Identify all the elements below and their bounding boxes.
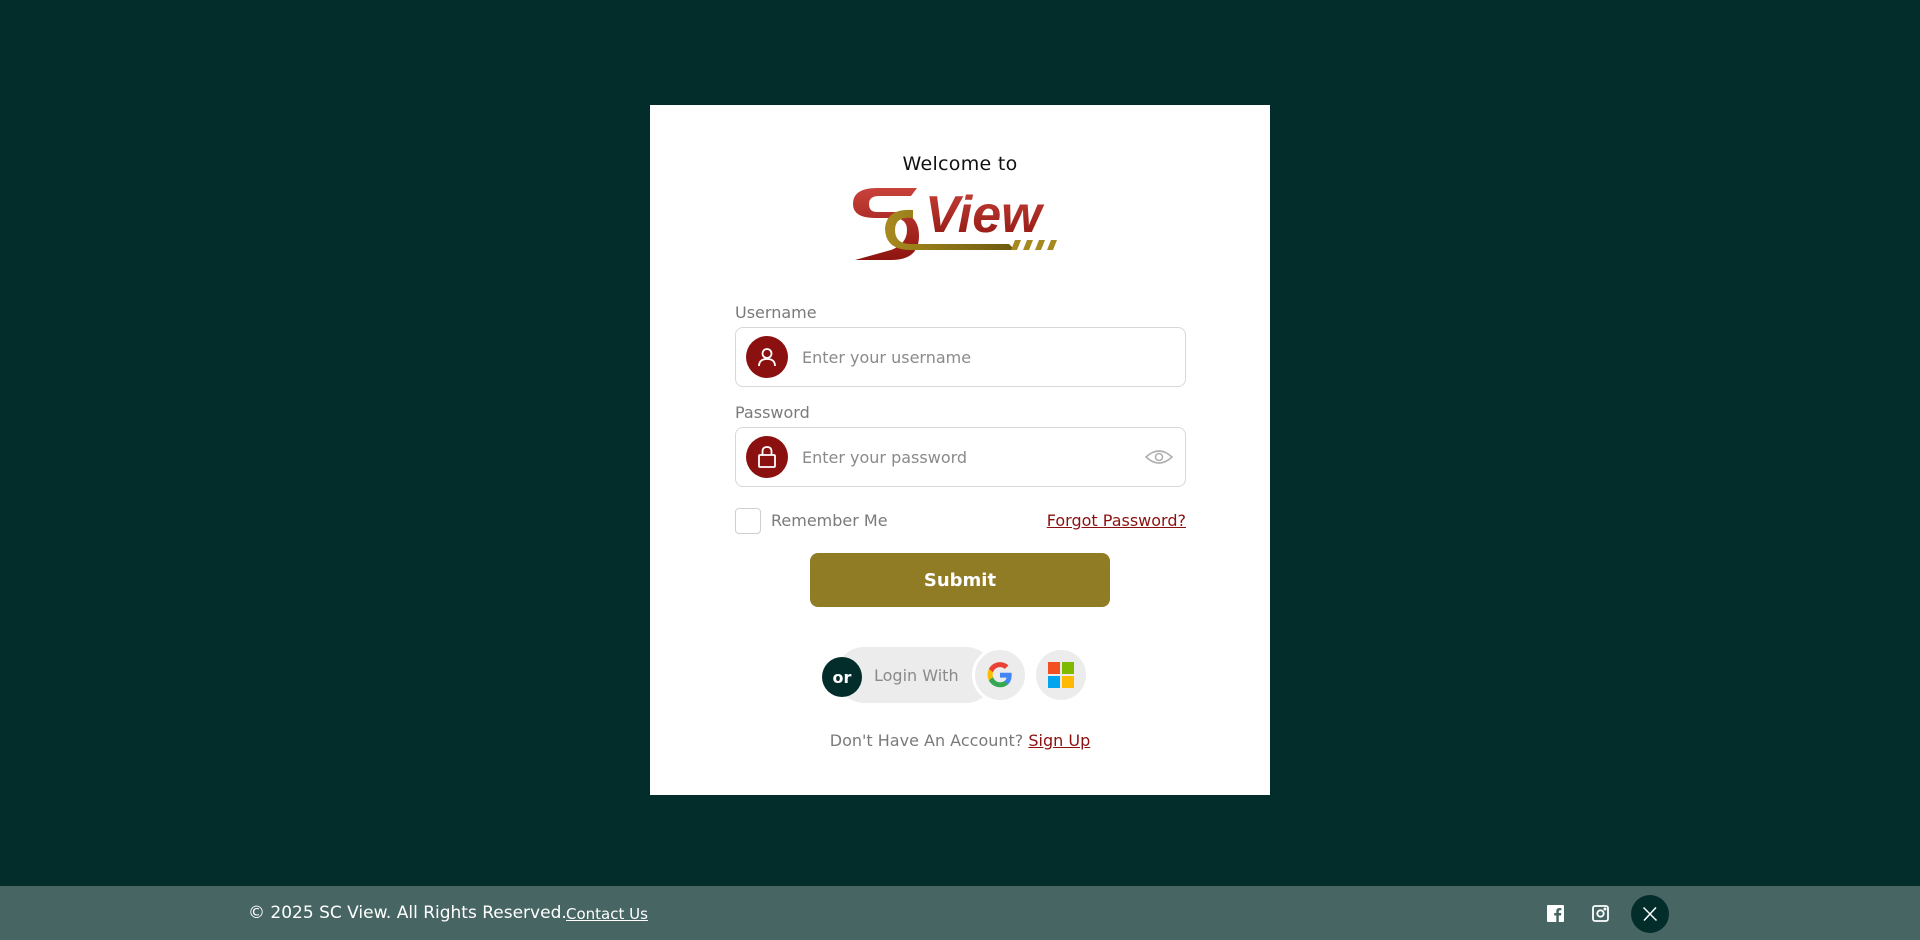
remember-me-checkbox[interactable]: [735, 508, 761, 534]
svg-text:View: View: [925, 186, 1045, 244]
signup-link[interactable]: Sign Up: [1028, 731, 1090, 750]
password-field: [735, 427, 1186, 487]
submit-button[interactable]: Submit: [810, 553, 1110, 607]
username-label: Username: [735, 303, 817, 322]
microsoft-icon: [1048, 662, 1074, 688]
or-badge: or: [822, 657, 862, 697]
user-icon: [746, 336, 788, 378]
signup-row: Don't Have An Account? Sign Up: [650, 731, 1270, 750]
footer: © 2025 SC View. All Rights Reserved. Con…: [0, 886, 1920, 940]
remember-me-label[interactable]: Remember Me: [771, 511, 888, 530]
welcome-text: Welcome to: [902, 153, 1018, 175]
username-field: [735, 327, 1186, 387]
password-label: Password: [735, 403, 810, 422]
facebook-icon[interactable]: [1545, 903, 1565, 923]
no-account-text: Don't Have An Account?: [829, 731, 1024, 750]
google-icon: [987, 662, 1012, 688]
copyright-text: © 2025 SC View. All Rights Reserved.: [248, 903, 567, 923]
username-input[interactable]: [802, 328, 1142, 386]
login-with-label: Login With: [874, 666, 959, 685]
brand-logo: View: [853, 186, 1057, 260]
forgot-password-link[interactable]: Forgot Password?: [1047, 511, 1186, 530]
microsoft-login-button[interactable]: [1033, 647, 1089, 703]
lock-icon: [746, 436, 788, 478]
password-input[interactable]: [802, 428, 1142, 486]
contact-us-link[interactable]: Contact Us: [566, 905, 648, 923]
login-card: Welcome to View Username Enter your user…: [650, 105, 1270, 795]
google-login-button[interactable]: [972, 647, 1028, 703]
instagram-icon[interactable]: [1590, 903, 1610, 923]
x-icon[interactable]: [1631, 895, 1669, 933]
eye-icon[interactable]: [1145, 447, 1173, 467]
